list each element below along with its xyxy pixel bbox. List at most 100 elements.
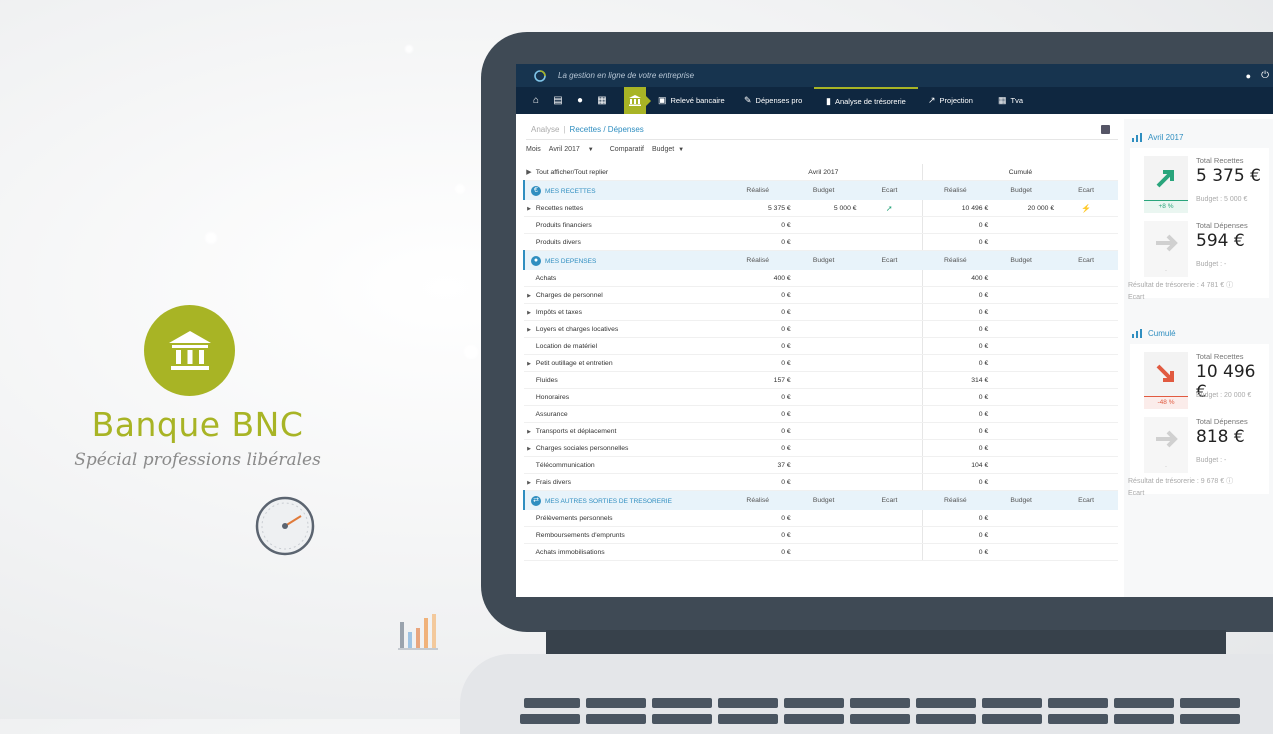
info-icon[interactable]: ⓘ — [1226, 282, 1233, 289]
table-row[interactable]: ▶ Frais divers 0 €0 € — [524, 473, 1118, 491]
expand-caret-icon[interactable]: ▶ — [524, 293, 534, 299]
tab-separator: | — [563, 125, 566, 134]
column-group-cumul: Cumulé — [922, 164, 1118, 181]
mois-select[interactable]: Avril 2017 ▼ — [549, 146, 594, 153]
ecart-alert-icon: ⚡ — [1081, 203, 1092, 213]
header-budget: Budget — [790, 250, 857, 270]
apps-grid-icon[interactable]: ▦ — [592, 91, 612, 111]
realise-month: 37 € — [724, 456, 791, 474]
home-icon[interactable]: ⌂ — [526, 91, 546, 111]
section-title[interactable]: ⇄ MES AUTRES SORTIES DE TRESORERIE — [523, 490, 725, 510]
table-row[interactable]: Achats immobilisations 0 € 0 € — [524, 543, 1118, 561]
budget-cumul — [988, 543, 1055, 561]
budget-month — [790, 270, 857, 287]
header-ecart: Ecart — [856, 180, 923, 200]
realise-month: 0 € — [724, 233, 791, 251]
ecart-cumul — [1054, 337, 1118, 355]
depenses-budget: Budget : - — [1196, 261, 1227, 268]
section-title[interactable]: ● MES DEPENSES — [523, 250, 725, 270]
table-row[interactable]: ▶ Loyers et charges locatives 0 €0 € — [524, 320, 1118, 338]
table-row[interactable]: Location de matériel 0 € 0 € — [524, 337, 1118, 355]
table-row[interactable]: Télécommunication 37 € 104 € — [524, 456, 1118, 474]
budget-cumul — [988, 439, 1055, 457]
main-navbar: ⌂ ▤ ● ▦ ▣ Relevé bancaire ✎ Dépenses pro… — [516, 87, 1273, 114]
key — [850, 714, 910, 724]
expand-caret-icon[interactable]: ▶ — [524, 480, 534, 486]
comparatif-select[interactable]: Budget ▼ — [652, 146, 684, 153]
ecart-month — [856, 439, 923, 457]
table-row[interactable]: Remboursements d'emprunts 0 € 0 € — [524, 526, 1118, 544]
recettes-budget: Budget : 20 000 € — [1196, 392, 1252, 399]
recettes-label: Total Recettes — [1196, 156, 1244, 165]
ecart-cumul — [1054, 303, 1118, 321]
key — [1180, 698, 1240, 708]
user-icon[interactable]: ● — [1246, 71, 1251, 81]
table-row[interactable]: ▶ Impôts et taxes 0 €0 € — [524, 303, 1118, 321]
table-row[interactable]: Fluides 157 € 314 € — [524, 371, 1118, 389]
depenses-trend-box — [1144, 221, 1188, 265]
ecart-month: ➚ — [856, 200, 923, 217]
expand-caret-icon[interactable]: ▶ — [524, 446, 534, 452]
row-label-cell: ▶ Charges sociales personnelles — [524, 439, 725, 457]
power-icon[interactable]: ⏻ — [1261, 70, 1269, 81]
nav-depenses-pro[interactable]: ✎ Dépenses pro — [744, 87, 802, 114]
tab-analyse[interactable]: Analyse — [531, 125, 559, 134]
mois-label: Mois — [526, 146, 541, 153]
mois-value: Avril 2017 — [548, 146, 580, 153]
bank-icon — [629, 95, 641, 106]
documents-icon[interactable]: ▤ — [548, 91, 568, 111]
table-row[interactable]: ▶ Transports et déplacement 0 €0 € — [524, 422, 1118, 440]
realise-month: 157 € — [724, 371, 791, 389]
summary-period: Avril 2017 — [1132, 133, 1183, 142]
nav-tva[interactable]: ▦ Tva — [998, 87, 1023, 114]
nav-projection[interactable]: ↗ Projection — [928, 87, 973, 114]
recettes-budget: Budget : 5 000 € — [1196, 196, 1248, 203]
comparatif-value: Budget — [651, 146, 675, 153]
bokeh-light — [455, 184, 465, 194]
table-row[interactable]: ▶ Charges de personnel 0 €0 € — [524, 286, 1118, 304]
realise-cumul: 0 € — [922, 303, 989, 321]
realise-cumul: 0 € — [922, 526, 989, 544]
header-realise: Réalisé — [724, 180, 791, 200]
trend-flat-arrow-icon — [1156, 430, 1178, 448]
table-row[interactable]: ▶ Petit outillage et entretien 0 €0 € — [524, 354, 1118, 372]
expand-caret-icon[interactable]: ▶ — [524, 310, 534, 316]
recettes-value: 5 375 € — [1196, 166, 1261, 186]
table-row[interactable]: Honoraires 0 € 0 € — [524, 388, 1118, 406]
table-row[interactable]: Achats 400 € 400 € — [524, 270, 1118, 287]
table-row[interactable]: ▶ Charges sociales personnelles 0 €0 € — [524, 439, 1118, 457]
export-excel-icon[interactable] — [1101, 125, 1110, 134]
row-label-cell: Produits financiers — [524, 216, 725, 234]
section-name: MES RECETTES — [545, 187, 596, 195]
bank-nav-button[interactable] — [624, 87, 646, 114]
table-row[interactable]: Assurance 0 € 0 € — [524, 405, 1118, 423]
table-row[interactable]: Prélèvements personnels 0 € 0 € — [524, 510, 1118, 527]
expand-caret-icon[interactable]: ▶ — [524, 206, 534, 212]
tab-recettes-depenses[interactable]: Recettes / Dépenses — [570, 125, 644, 134]
toggle-all[interactable]: ▶ Tout afficher/Tout replier — [524, 164, 725, 181]
resultat-tresorerie: Résultat de trésorerie : 4 781 € ⓘ — [1128, 280, 1233, 290]
realise-cumul: 104 € — [922, 456, 989, 474]
ecart-up-icon: ➚ — [885, 203, 893, 213]
nav-releve-bancaire[interactable]: ▣ Relevé bancaire — [658, 87, 725, 114]
expand-caret-icon[interactable]: ▶ — [524, 327, 534, 333]
info-icon[interactable]: ⓘ — [1226, 478, 1233, 485]
table-row[interactable]: Produits divers 0 € 0 € — [524, 233, 1118, 251]
ecart-cumul — [1054, 354, 1118, 372]
header-realise: Réalisé — [922, 250, 989, 270]
ecart-month — [856, 320, 923, 338]
row-label: Honoraires — [535, 393, 570, 401]
section-title[interactable]: € MES RECETTES — [523, 180, 725, 200]
contacts-icon[interactable]: ● — [570, 91, 590, 111]
budget-cumul — [988, 303, 1055, 321]
table-row[interactable]: Produits financiers 0 € 0 € — [524, 216, 1118, 234]
row-label: Assurance — [535, 410, 568, 418]
realise-month: 0 € — [724, 216, 791, 234]
table-row[interactable]: ▶ Recettes nettes 5 375 €5 000 € ➚ 10 496 €… — [524, 200, 1118, 217]
nav-arrow — [646, 96, 651, 106]
expand-caret-icon[interactable]: ▶ — [524, 429, 534, 435]
nav-analyse-tresorerie[interactable]: ▮ Analyse de trésorerie — [814, 87, 918, 114]
laptop-hinge — [546, 630, 1226, 654]
realise-cumul: 314 € — [922, 371, 989, 389]
expand-caret-icon[interactable]: ▶ — [524, 361, 534, 367]
